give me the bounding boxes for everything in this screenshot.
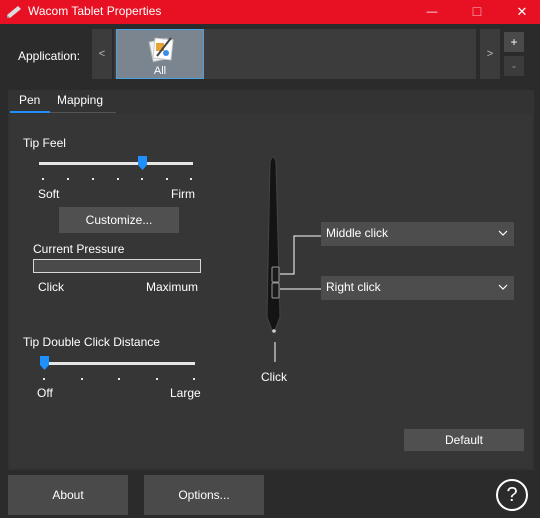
tip-feel-tick [166, 178, 168, 180]
wacom-pen-icon [7, 6, 21, 18]
tip-feel-label: Tip Feel [23, 136, 66, 150]
customize-button[interactable]: Customize... [59, 207, 179, 233]
chevron-down-icon [498, 230, 508, 236]
tab-divider [50, 112, 116, 113]
window-title: Wacom Tablet Properties [28, 4, 162, 18]
double-click-distance-tick [156, 378, 158, 380]
upper-button-value: Middle click [326, 226, 389, 240]
current-pressure-label: Current Pressure [33, 242, 125, 256]
remove-application-button[interactable]: - [504, 56, 524, 76]
application-strip: Application: < All > + - [0, 24, 540, 86]
close-icon: ✕ [516, 4, 528, 19]
tip-feel-max-label: Firm [171, 187, 195, 201]
tip-feel-slider-track[interactable] [39, 162, 193, 165]
help-button[interactable]: ? [496, 479, 528, 511]
tip-feel-tick [190, 178, 192, 180]
pressure-min-label: Click [38, 280, 64, 294]
application-tile-label: All [153, 65, 167, 77]
tip-feel-tick [141, 178, 143, 180]
tip-feel-tick [92, 178, 94, 180]
pen-upper-button [271, 266, 280, 283]
application-label: Application: [18, 49, 81, 63]
double-click-distance-min-label: Off [37, 386, 53, 400]
current-pressure-bar [33, 259, 201, 273]
pressure-max-label: Maximum [146, 280, 199, 294]
selected-tab-indicator [10, 111, 50, 113]
title-bar: Wacom Tablet Properties — ☐ ✕ [0, 0, 540, 24]
pen-lower-button [271, 282, 280, 299]
minimize-button[interactable]: — [410, 0, 454, 24]
question-mark-icon: ? [506, 483, 518, 506]
double-click-distance-tick [118, 378, 120, 380]
double-click-distance-tick [43, 378, 45, 380]
plus-icon: + [510, 35, 518, 49]
application-tile-all[interactable]: All [116, 29, 204, 79]
pen-tip-label: Click [261, 370, 287, 384]
double-click-distance-slider-track[interactable] [41, 362, 195, 365]
add-application-button[interactable]: + [504, 32, 524, 52]
lower-button-dropdown[interactable]: Right click [321, 276, 514, 300]
tip-feel-min-label: Soft [38, 187, 60, 201]
maximize-button[interactable]: ☐ [455, 0, 499, 24]
scroll-left-button[interactable]: < [92, 29, 112, 79]
lower-button-value: Right click [326, 280, 381, 294]
options-button[interactable]: Options... [144, 475, 264, 515]
minus-icon: - [512, 59, 516, 73]
about-button[interactable]: About [8, 475, 128, 515]
default-button[interactable]: Default [404, 429, 524, 451]
double-click-distance-max-label: Large [170, 386, 201, 400]
pen-illustration [266, 156, 322, 362]
tab-pen[interactable]: Pen [19, 93, 40, 107]
chevron-left-icon: < [98, 48, 106, 60]
double-click-distance-tick [193, 378, 195, 380]
all-applications-icon [148, 37, 174, 63]
double-click-distance-tick [81, 378, 83, 380]
tab-mapping[interactable]: Mapping [57, 93, 103, 107]
scroll-right-button[interactable]: > [480, 29, 500, 79]
chevron-right-icon: > [486, 48, 494, 60]
minimize-icon: — [426, 6, 438, 18]
tip-feel-slider-thumb[interactable] [137, 156, 147, 170]
double-click-distance-label: Tip Double Click Distance [23, 335, 160, 349]
upper-button-dropdown[interactable]: Middle click [321, 222, 514, 246]
tip-feel-tick [117, 178, 119, 180]
double-click-distance-slider-thumb[interactable] [40, 356, 49, 370]
maximize-icon: ☐ [471, 5, 483, 19]
tip-feel-tick [67, 178, 69, 180]
close-button[interactable]: ✕ [500, 0, 540, 24]
tip-feel-tick [42, 178, 44, 180]
chevron-down-icon [498, 284, 508, 290]
